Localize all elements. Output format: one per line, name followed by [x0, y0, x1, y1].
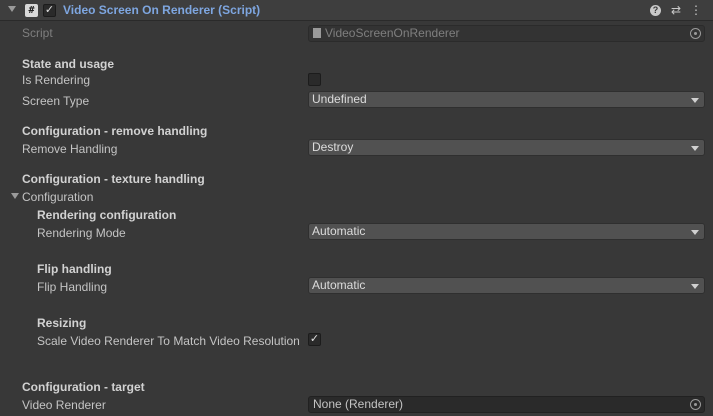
is-rendering-checkbox[interactable] [308, 73, 321, 86]
script-icon: # [25, 4, 38, 17]
section-target: Configuration - target [22, 380, 145, 394]
remove-handling-label: Remove Handling [22, 142, 118, 156]
rendering-mode-value: Automatic [312, 224, 366, 238]
object-picker-icon[interactable] [690, 399, 701, 410]
foldout-arrow-icon[interactable] [8, 6, 16, 12]
configuration-foldout-label[interactable]: Configuration [22, 190, 93, 204]
component-header[interactable]: # ✓ Video Screen On Renderer (Script) ? … [0, 0, 713, 21]
section-remove-handling: Configuration - remove handling [22, 124, 208, 138]
flip-handling-value: Automatic [312, 278, 366, 292]
section-rendering-configuration: Rendering configuration [37, 208, 177, 222]
dropdown-caret-icon [691, 98, 699, 103]
section-flip-handling: Flip handling [37, 262, 112, 276]
help-icon[interactable]: ? [650, 5, 661, 16]
section-resizing: Resizing [37, 316, 87, 330]
remove-handling-value: Destroy [312, 140, 354, 154]
dropdown-caret-icon [691, 284, 699, 289]
object-picker-icon[interactable] [690, 28, 701, 39]
screen-type-dropdown[interactable]: Undefined [308, 91, 705, 108]
screen-type-value: Undefined [312, 92, 367, 106]
video-renderer-value: None (Renderer) [313, 397, 404, 411]
section-state-and-usage: State and usage [22, 57, 115, 71]
configuration-foldout-arrow-icon[interactable] [11, 193, 19, 199]
section-texture-handling: Configuration - texture handling [22, 172, 205, 186]
flip-handling-label: Flip Handling [37, 280, 108, 294]
screen-type-label: Screen Type [22, 94, 90, 108]
context-menu-icon[interactable]: ⋮ [689, 3, 703, 17]
script-file-icon [313, 28, 321, 38]
remove-handling-dropdown[interactable]: Destroy [308, 139, 705, 156]
flip-handling-dropdown[interactable]: Automatic [308, 277, 705, 294]
video-renderer-label: Video Renderer [22, 398, 106, 412]
presets-icon[interactable]: ⇄ [669, 3, 683, 17]
dropdown-caret-icon [691, 146, 699, 151]
rendering-mode-label: Rendering Mode [37, 226, 126, 240]
script-field-value: VideoScreenOnRenderer [325, 26, 460, 40]
rendering-mode-dropdown[interactable]: Automatic [308, 223, 705, 240]
dropdown-caret-icon [691, 230, 699, 235]
script-field[interactable]: VideoScreenOnRenderer [308, 25, 705, 42]
scale-renderer-checkbox[interactable]: ✓ [308, 333, 321, 346]
is-rendering-label: Is Rendering [22, 73, 91, 87]
component-enabled-checkbox[interactable]: ✓ [43, 4, 56, 17]
scale-renderer-label: Scale Video Renderer To Match Video Reso… [37, 334, 300, 348]
video-renderer-field[interactable]: None (Renderer) [308, 396, 705, 413]
script-label: Script [22, 26, 53, 40]
component-title[interactable]: Video Screen On Renderer (Script) [63, 3, 260, 17]
